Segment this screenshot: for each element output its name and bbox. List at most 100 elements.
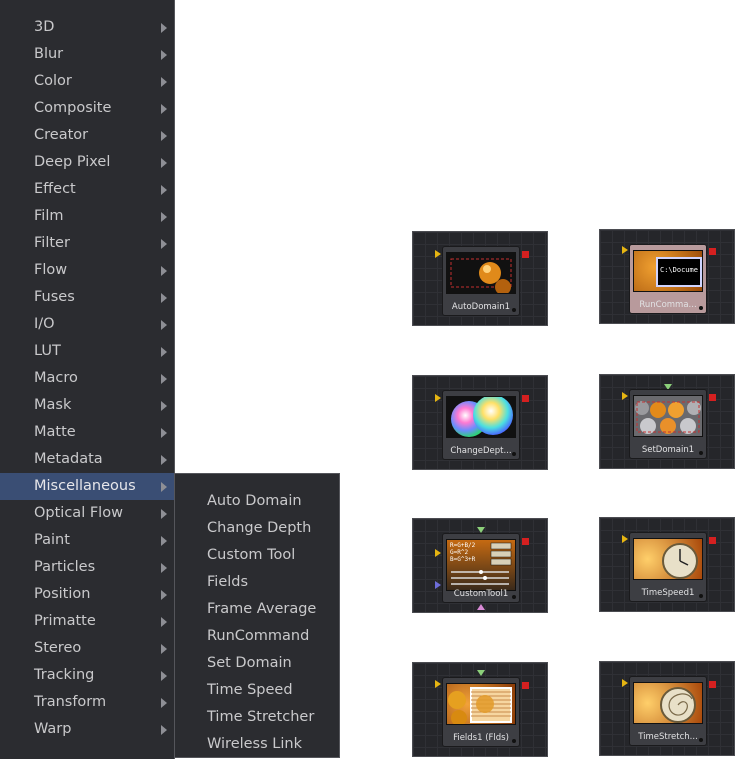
submenu-item-change-depth[interactable]: Change Depth [175, 515, 339, 542]
submenu-item-time-stretcher[interactable]: Time Stretcher [175, 704, 339, 731]
output-square-icon[interactable] [709, 681, 716, 688]
menu-item-label: Miscellaneous [34, 478, 136, 494]
menu-item-lut[interactable]: LUT [0, 338, 174, 365]
run-command-node[interactable]: C:\Docume RunComma... [629, 244, 707, 314]
menu-item-miscellaneous[interactable]: Miscellaneous [0, 473, 174, 500]
menu-item-position[interactable]: Position [0, 581, 174, 608]
change-depth-node[interactable]: ChangeDept... [442, 390, 520, 460]
submenu-item-wireless-link[interactable]: Wireless Link [175, 731, 339, 758]
menu-item-deep-pixel[interactable]: Deep Pixel [0, 149, 174, 176]
miscellaneous-submenu: Auto Domain Change Depth Custom Tool Fields… [174, 473, 340, 758]
submenu-arrow-icon [161, 158, 167, 168]
time-speed-node-panel: TimeSpeed1 [599, 517, 735, 612]
output-square-icon[interactable] [522, 538, 529, 545]
secondary-input-arrow-icon[interactable] [435, 581, 441, 589]
custom-tool-thumbnail: R=G+B/2 G=R^2 B=G^3+R [446, 539, 516, 591]
menu-item-label: Paint [34, 532, 70, 548]
submenu-arrow-icon [161, 644, 167, 654]
submenu-item-set-domain[interactable]: Set Domain [175, 650, 339, 677]
input-arrow-icon[interactable] [435, 250, 441, 258]
output-square-icon[interactable] [522, 395, 529, 402]
menu-item-fuses[interactable]: Fuses [0, 284, 174, 311]
time-speed-node[interactable]: TimeSpeed1 [629, 532, 707, 602]
menu-item-label: Film [34, 208, 64, 224]
menu-item-transform[interactable]: Transform [0, 689, 174, 716]
custom-tool-node[interactable]: R=G+B/2 G=R^2 B=G^3+R CustomTool1 [442, 533, 520, 603]
menu-item-metadata[interactable]: Metadata [0, 446, 174, 473]
node-dot-icon [699, 306, 703, 310]
input-arrow-icon[interactable] [622, 535, 628, 543]
submenu-item-fields[interactable]: Fields [175, 569, 339, 596]
output-square-icon[interactable] [522, 251, 529, 258]
submenu-arrow-icon [161, 428, 167, 438]
menu-item-flow[interactable]: Flow [0, 257, 174, 284]
menu-item-label: Transform [34, 694, 107, 710]
menu-item-particles[interactable]: Particles [0, 554, 174, 581]
submenu-arrow-icon [161, 23, 167, 33]
node-label: Fields1 (Flds) [453, 733, 509, 743]
menu-item-label: Filter [34, 235, 70, 251]
effect-mask-arrow-icon[interactable] [477, 604, 485, 610]
submenu-arrow-icon [161, 617, 167, 627]
submenu-arrow-icon [161, 347, 167, 357]
set-domain-node[interactable]: SetDomain1 [629, 389, 707, 459]
menu-item-label: Matte [34, 424, 76, 440]
menu-item-label: Flow [34, 262, 68, 278]
input-arrow-icon[interactable] [435, 680, 441, 688]
node-label: RunComma... [639, 300, 697, 310]
submenu-arrow-icon [161, 590, 167, 600]
submenu-item-frame-average[interactable]: Frame Average [175, 596, 339, 623]
set-domain-thumbnail [633, 395, 703, 437]
input-arrow-icon[interactable] [435, 549, 441, 557]
fields-node[interactable]: Fields1 (Flds) [442, 677, 520, 747]
fields-thumbnail [446, 683, 516, 725]
node-label: CustomTool1 [453, 589, 509, 599]
menu-item-blur[interactable]: Blur [0, 41, 174, 68]
menu-item-effect[interactable]: Effect [0, 176, 174, 203]
menu-item-label: Macro [34, 370, 78, 386]
submenu-item-runcommand[interactable]: RunCommand [175, 623, 339, 650]
mask-input-arrow-icon[interactable] [477, 670, 485, 676]
menu-item-label: Optical Flow [34, 505, 123, 521]
set-domain-node-panel: SetDomain1 [599, 374, 735, 469]
time-stretcher-node[interactable]: TimeStretch... [629, 676, 707, 746]
menu-item-label: Primatte [34, 613, 96, 629]
input-arrow-icon[interactable] [435, 394, 441, 402]
menu-item-label: Effect [34, 181, 76, 197]
menu-item-i-o[interactable]: I/O [0, 311, 174, 338]
input-arrow-icon[interactable] [622, 246, 628, 254]
menu-item-mask[interactable]: Mask [0, 392, 174, 419]
menu-item-creator[interactable]: Creator [0, 122, 174, 149]
menu-item-composite[interactable]: Composite [0, 95, 174, 122]
auto-domain-thumbnail [446, 252, 516, 294]
menu-item-primatte[interactable]: Primatte [0, 608, 174, 635]
input-arrow-icon[interactable] [622, 679, 628, 687]
menu-item-matte[interactable]: Matte [0, 419, 174, 446]
output-square-icon[interactable] [522, 682, 529, 689]
input-arrow-icon[interactable] [622, 392, 628, 400]
auto-domain-node[interactable]: AutoDomain1 [442, 246, 520, 316]
node-dot-icon [512, 739, 516, 743]
menu-item-paint[interactable]: Paint [0, 527, 174, 554]
menu-item-stereo[interactable]: Stereo [0, 635, 174, 662]
menu-item-label: Warp [34, 721, 72, 737]
menu-item-macro[interactable]: Macro [0, 365, 174, 392]
submenu-arrow-icon [161, 212, 167, 222]
menu-item-filter[interactable]: Filter [0, 230, 174, 257]
menu-item-3d[interactable]: 3D [0, 14, 174, 41]
submenu-arrow-icon [161, 671, 167, 681]
output-square-icon[interactable] [709, 394, 716, 401]
submenu-item-custom-tool[interactable]: Custom Tool [175, 542, 339, 569]
menu-item-label: Particles [34, 559, 96, 575]
menu-item-optical-flow[interactable]: Optical Flow [0, 500, 174, 527]
console-window: C:\Docume [656, 257, 702, 287]
menu-item-tracking[interactable]: Tracking [0, 662, 174, 689]
output-square-icon[interactable] [709, 248, 716, 255]
menu-item-color[interactable]: Color [0, 68, 174, 95]
submenu-item-auto-domain[interactable]: Auto Domain [175, 488, 339, 515]
menu-item-film[interactable]: Film [0, 203, 174, 230]
submenu-item-time-speed[interactable]: Time Speed [175, 677, 339, 704]
menu-item-label: LUT [34, 343, 61, 359]
menu-item-warp[interactable]: Warp [0, 716, 174, 743]
output-square-icon[interactable] [709, 537, 716, 544]
